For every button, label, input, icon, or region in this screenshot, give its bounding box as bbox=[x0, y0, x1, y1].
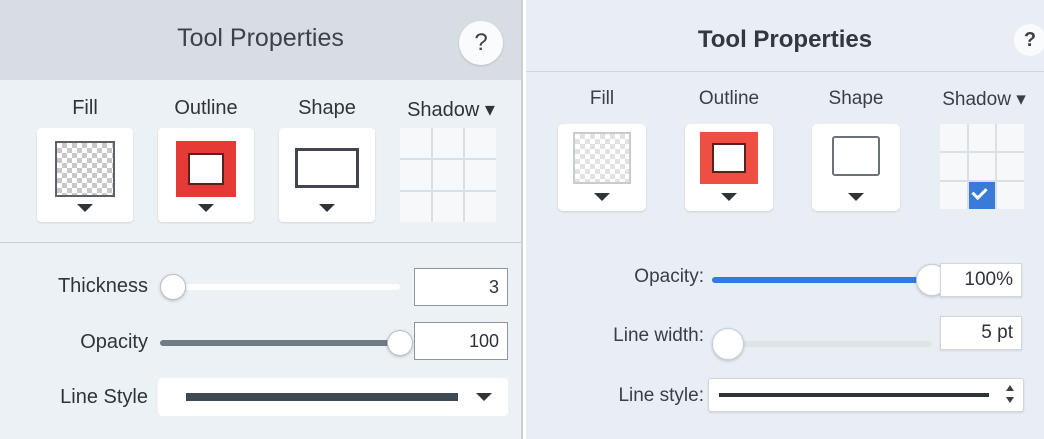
line-width-slider[interactable] bbox=[712, 341, 932, 347]
line-style-select[interactable] bbox=[158, 378, 508, 416]
shadow-dropdown-label[interactable]: Shadow ▾ bbox=[397, 97, 505, 122]
shape-button[interactable] bbox=[279, 128, 375, 222]
shadow-cell[interactable] bbox=[465, 128, 496, 158]
shape-button[interactable] bbox=[812, 124, 900, 211]
shadow-cell[interactable] bbox=[968, 124, 996, 151]
outline-button[interactable] bbox=[685, 124, 773, 211]
thickness-input[interactable]: 3 bbox=[414, 268, 508, 306]
tool-properties-panel-left: Tool Properties ? Fill Outline Shape Sha… bbox=[0, 0, 523, 439]
panel-title: Tool Properties bbox=[697, 26, 873, 53]
chevron-down-icon bbox=[319, 204, 335, 212]
opacity-input[interactable]: 100% bbox=[940, 263, 1022, 297]
outline-label: Outline bbox=[698, 88, 760, 109]
line-style-select[interactable] bbox=[708, 378, 1024, 412]
shadow-cell[interactable] bbox=[465, 192, 496, 222]
opacity-slider-thumb[interactable] bbox=[387, 330, 413, 356]
panel-header: Tool Properties ? bbox=[526, 0, 1044, 72]
shadow-cell[interactable] bbox=[997, 182, 1024, 209]
opacity-slider[interactable] bbox=[160, 340, 400, 346]
rectangle-shape-icon bbox=[295, 148, 359, 188]
shadow-cell[interactable] bbox=[997, 124, 1024, 151]
shadow-cell[interactable] bbox=[400, 192, 431, 222]
chevron-up-icon bbox=[1006, 385, 1014, 391]
chevron-down-icon bbox=[77, 204, 93, 212]
opacity-slider[interactable] bbox=[712, 277, 932, 283]
thickness-slider[interactable] bbox=[160, 284, 400, 290]
shadow-cell[interactable] bbox=[465, 160, 496, 190]
tool-properties-panel-right: Tool Properties ? Fill Outline Shape Sha… bbox=[526, 0, 1044, 439]
shape-label: Shape bbox=[298, 97, 356, 119]
fill-button[interactable] bbox=[37, 128, 133, 222]
chevron-down-icon bbox=[594, 193, 610, 201]
help-button[interactable]: ? bbox=[1014, 24, 1044, 56]
solid-line-preview bbox=[186, 393, 458, 401]
shadow-position-grid[interactable] bbox=[940, 124, 1024, 209]
fill-label: Fill bbox=[72, 97, 98, 119]
shadow-cell[interactable] bbox=[432, 128, 464, 158]
shadow-cell[interactable] bbox=[940, 182, 967, 209]
outline-color-swatch bbox=[176, 141, 236, 197]
line-width-slider-thumb[interactable] bbox=[712, 328, 744, 360]
opacity-input[interactable]: 100 bbox=[414, 322, 508, 360]
panel-title: Tool Properties bbox=[177, 24, 344, 52]
line-style-label: Line style: bbox=[618, 385, 704, 406]
shadow-cell[interactable] bbox=[400, 128, 431, 158]
shadow-cell[interactable] bbox=[432, 160, 464, 190]
opacity-label: Opacity: bbox=[634, 266, 704, 287]
chevron-down-icon bbox=[1006, 397, 1014, 403]
chevron-down-icon bbox=[721, 193, 737, 201]
chevron-down-icon bbox=[476, 393, 492, 401]
panel-header: Tool Properties ? bbox=[0, 0, 521, 80]
line-width-label: Line width: bbox=[613, 325, 704, 346]
line-width-input[interactable]: 5 pt bbox=[940, 316, 1022, 350]
outline-color-swatch bbox=[700, 132, 758, 184]
rectangle-shape-icon bbox=[832, 136, 880, 176]
outline-label: Outline bbox=[174, 97, 238, 119]
shadow-cell[interactable] bbox=[997, 153, 1024, 180]
shadow-dropdown-label[interactable]: Shadow ▾ bbox=[930, 88, 1038, 111]
shadow-cell[interactable] bbox=[968, 153, 996, 180]
solid-line-preview bbox=[719, 393, 989, 397]
opacity-label: Opacity bbox=[80, 331, 148, 353]
shadow-position-grid[interactable] bbox=[400, 128, 496, 222]
transparent-fill-swatch bbox=[55, 141, 115, 197]
chevron-down-icon bbox=[848, 193, 864, 201]
shadow-cell[interactable] bbox=[940, 153, 967, 180]
shadow-cell[interactable] bbox=[400, 160, 431, 190]
help-button[interactable]: ? bbox=[459, 21, 503, 65]
transparent-fill-swatch bbox=[573, 132, 631, 184]
checkmark-icon[interactable] bbox=[968, 182, 996, 209]
outline-button[interactable] bbox=[158, 128, 254, 222]
line-style-label: Line Style bbox=[60, 386, 148, 408]
thickness-slider-thumb[interactable] bbox=[160, 274, 186, 300]
shape-label: Shape bbox=[828, 88, 884, 109]
shadow-cell[interactable] bbox=[432, 192, 464, 222]
fill-button[interactable] bbox=[558, 124, 646, 211]
thickness-label: Thickness bbox=[57, 275, 148, 297]
shadow-cell[interactable] bbox=[940, 124, 967, 151]
divider bbox=[0, 242, 521, 243]
fill-label: Fill bbox=[589, 88, 615, 109]
chevron-down-icon bbox=[198, 204, 214, 212]
